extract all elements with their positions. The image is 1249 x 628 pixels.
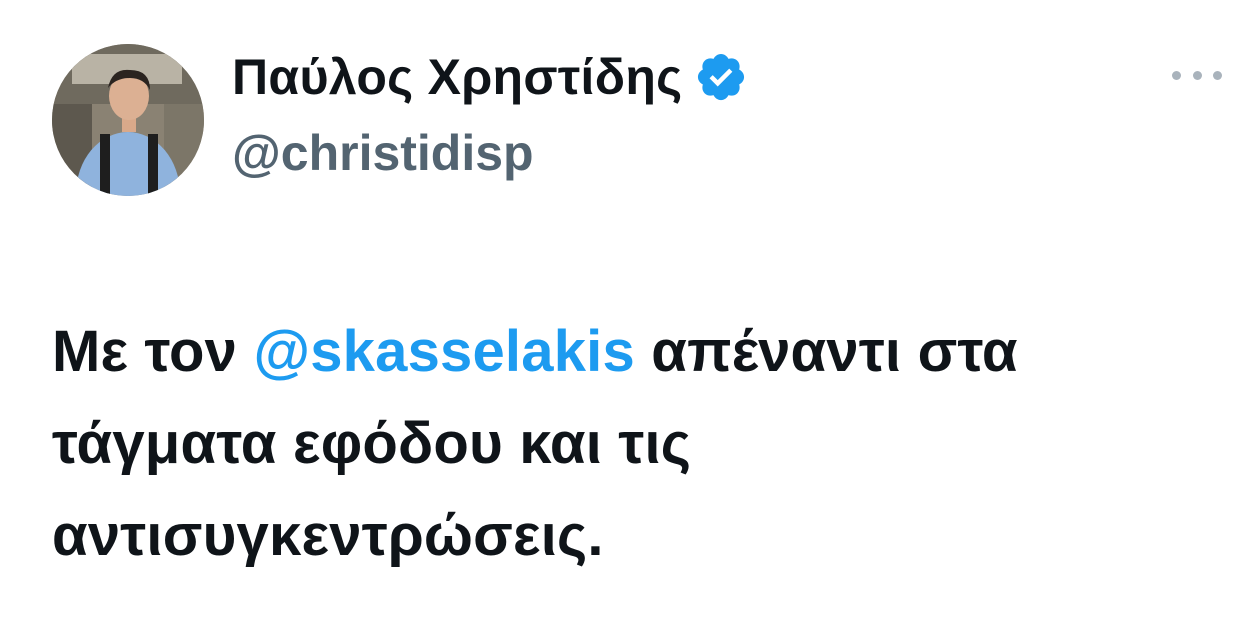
tweet-text: Με τον @skasselakis απέναντι στα τάγματα…	[52, 306, 1232, 582]
author-name-row: Παύλος Χρηστίδης	[232, 44, 748, 110]
avatar-photo	[52, 44, 204, 196]
tweet-text-line-1: Με τον @skasselakis απέναντι στα	[52, 306, 1232, 398]
more-dot	[1213, 70, 1222, 80]
tweet-card[interactable]: Παύλος Χρηστίδης @christidisp Με τον @sk…	[0, 0, 1249, 628]
more-dot	[1172, 70, 1181, 80]
tweet-text-line-3: αντισυγκεντρώσεις.	[52, 503, 604, 568]
verified-badge-icon	[694, 50, 748, 104]
more-dot	[1192, 70, 1202, 80]
tweet-text-line-2: τάγματα εφόδου και τις	[52, 411, 692, 476]
author-handle[interactable]: @christidisp	[232, 124, 534, 182]
avatar[interactable]	[52, 44, 204, 196]
author-display-name[interactable]: Παύλος Χρηστίδης	[232, 48, 682, 106]
more-horizontal-icon[interactable]	[1172, 62, 1222, 88]
mention-link[interactable]: @skasselakis	[253, 319, 635, 384]
tweet-text-segment: απέναντι στα	[634, 319, 1018, 384]
tweet-text-segment: Με τον	[52, 319, 254, 384]
